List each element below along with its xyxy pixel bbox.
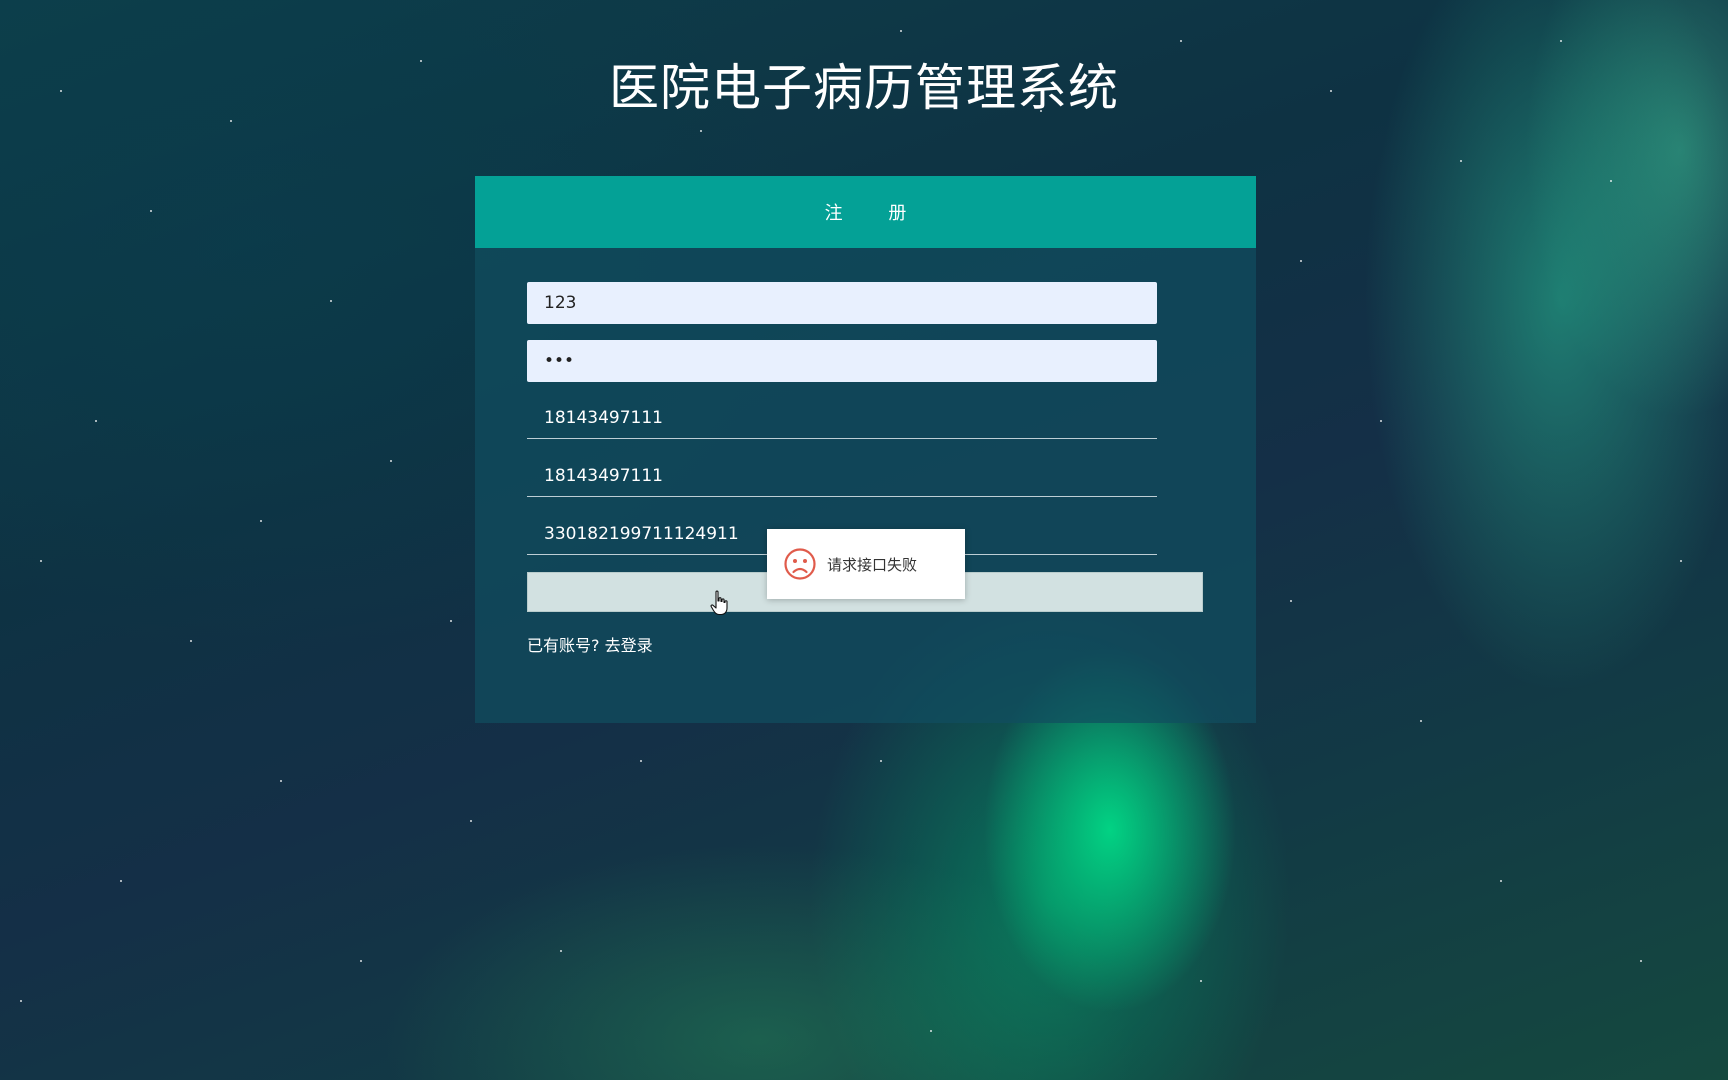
go-login-link[interactable]: 去登录 xyxy=(605,636,653,655)
sad-face-icon xyxy=(784,548,816,580)
register-card: 注 册 已有账号? 去登录 xyxy=(475,176,1256,723)
have-account-text: 已有账号? xyxy=(527,636,600,655)
page-title: 医院电子病历管理系统 xyxy=(609,59,1119,117)
toast-message: 请求接口失败 xyxy=(827,555,918,574)
phone-confirm-input[interactable] xyxy=(527,455,1157,497)
hand-cursor-icon xyxy=(710,590,728,616)
phone-input[interactable] xyxy=(527,397,1157,439)
login-prompt: 已有账号? 去登录 xyxy=(527,632,653,656)
register-card-header: 注 册 xyxy=(475,176,1256,248)
password-input[interactable] xyxy=(527,340,1157,382)
username-input[interactable] xyxy=(527,282,1157,324)
error-toast: 请求接口失败 xyxy=(767,529,965,599)
